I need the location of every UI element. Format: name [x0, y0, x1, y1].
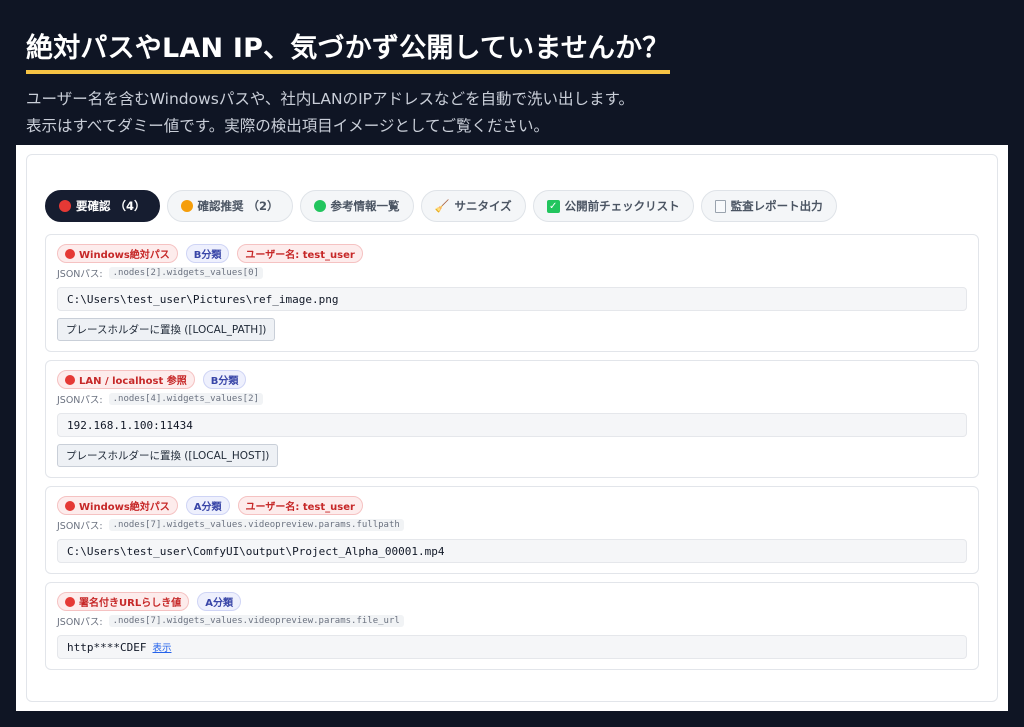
badge-label: 署名付きURLらしき値 — [79, 598, 182, 609]
badge-row: LAN / localhost 参照 B分類 — [57, 370, 967, 389]
json-path-label: JSONパス: — [57, 269, 103, 280]
description-line-1: ユーザー名を含むWindowsパスや、社内LANのIPアドレスなどを自動で洗い出… — [26, 90, 634, 108]
red-dot-icon — [65, 500, 75, 511]
check-icon: ✓ — [546, 199, 560, 213]
badge-label: LAN / localhost 参照 — [79, 376, 187, 387]
json-path-value: .nodes[7].widgets_values.videopreview.pa… — [108, 615, 404, 627]
badge-row: 署名付きURLらしき値 A分類 — [57, 592, 967, 611]
json-path-value: .nodes[7].widgets_values.videopreview.pa… — [108, 519, 404, 531]
red-dot-icon — [65, 596, 75, 607]
page-description: ユーザー名を含むWindowsパスや、社内LANのIPアドレスなどを自動で洗い出… — [26, 86, 998, 140]
finding-item: Windows絶対パス B分類 ユーザー名: test_user JSONパス:… — [45, 234, 979, 352]
json-path-value: .nodes[2].widgets_values[0] — [108, 267, 263, 279]
results-card: 要確認 （4） 確認推奨 （2） 参考情報一覧 🧹 サニタイズ ✓ 公開前チェッ… — [26, 154, 998, 702]
class-badge: A分類 — [197, 592, 241, 611]
detected-value: C:\Users\test_user\Pictures\ref_image.pn… — [57, 287, 967, 311]
broom-icon: 🧹 — [434, 199, 450, 213]
badge-row: Windows絶対パス A分類 ユーザー名: test_user — [57, 496, 967, 515]
detected-value: 192.168.1.100:11434 — [57, 413, 967, 437]
orange-dot-icon — [180, 200, 193, 212]
class-badge: B分類 — [202, 370, 247, 389]
reveal-link[interactable]: 表示 — [152, 640, 171, 654]
results-panel: 要確認 （4） 確認推奨 （2） 参考情報一覧 🧹 サニタイズ ✓ 公開前チェッ… — [16, 145, 1008, 711]
json-path-label: JSONパス: — [57, 395, 103, 406]
username-badge: ユーザー名: test_user — [237, 496, 363, 515]
detected-value-text: http****CDEF — [67, 640, 147, 654]
replace-placeholder-button[interactable]: プレースホルダーに置換 ([LOCAL_PATH]) — [57, 318, 276, 341]
tab-label: 確認推奨 （2） — [197, 199, 279, 213]
detected-value-text: C:\Users\test_user\ComfyUI\output\Projec… — [67, 544, 445, 558]
type-badge: Windows絶対パス — [57, 496, 178, 515]
tab-reference-info[interactable]: 参考情報一覧 — [299, 190, 414, 222]
description-line-2: 表示はすべてダミー値です。実際の検出項目イメージとしてご覧ください。 — [26, 117, 549, 135]
finding-item: LAN / localhost 参照 B分類 JSONパス: .nodes[4]… — [45, 360, 979, 478]
tab-label: 監査レポート出力 — [730, 199, 823, 213]
tab-label: 要確認 （4） — [76, 199, 146, 213]
class-badge: A分類 — [185, 496, 230, 515]
json-path-line: JSONパス: .nodes[7].widgets_values.videopr… — [57, 614, 967, 628]
replace-placeholder-button[interactable]: プレースホルダーに置換 ([LOCAL_HOST]) — [57, 444, 279, 467]
green-dot-icon — [313, 200, 326, 212]
detected-value-text: C:\Users\test_user\Pictures\ref_image.pn… — [67, 292, 339, 306]
red-dot-icon — [65, 248, 75, 259]
json-path-value: .nodes[4].widgets_values[2] — [108, 393, 263, 405]
username-badge: ユーザー名: test_user — [237, 244, 363, 263]
detected-value: C:\Users\test_user\ComfyUI\output\Projec… — [57, 539, 967, 563]
type-badge: Windows絶対パス — [57, 244, 178, 263]
json-path-line: JSONパス: .nodes[7].widgets_values.videopr… — [57, 518, 967, 532]
document-icon — [714, 199, 726, 213]
tab-sanitize[interactable]: 🧹 サニタイズ — [420, 190, 526, 222]
json-path-label: JSONパス: — [57, 521, 103, 532]
tab-needs-review[interactable]: 要確認 （4） — [45, 190, 160, 222]
badge-label: Windows絶対パス — [79, 502, 170, 513]
tab-bar: 要確認 （4） 確認推奨 （2） 参考情報一覧 🧹 サニタイズ ✓ 公開前チェッ… — [45, 190, 979, 222]
type-badge: 署名付きURLらしき値 — [57, 592, 190, 611]
badge-row: Windows絶対パス B分類 ユーザー名: test_user — [57, 244, 967, 263]
class-badge: B分類 — [185, 244, 230, 263]
hero-section: 絶対パスやLAN IP、気づかず公開していませんか？ ユーザー名を含むWindo… — [0, 0, 1024, 140]
finding-item: Windows絶対パス A分類 ユーザー名: test_user JSONパス:… — [45, 486, 979, 574]
type-badge: LAN / localhost 参照 — [57, 370, 195, 389]
tab-label: サニタイズ — [454, 199, 512, 213]
json-path-line: JSONパス: .nodes[4].widgets_values[2] — [57, 392, 967, 406]
finding-item: 署名付きURLらしき値 A分類 JSONパス: .nodes[7].widget… — [45, 582, 979, 670]
tab-label: 参考情報一覧 — [330, 199, 400, 213]
detected-value: http****CDEF 表示 — [57, 635, 967, 659]
tab-label: 公開前チェックリスト — [564, 199, 680, 213]
red-dot-icon — [65, 374, 75, 385]
tab-audit-report[interactable]: 監査レポート出力 — [700, 190, 837, 222]
json-path-line: JSONパス: .nodes[2].widgets_values[0] — [57, 266, 967, 280]
detected-value-text: 192.168.1.100:11434 — [67, 418, 193, 432]
badge-label: Windows絶対パス — [79, 250, 170, 261]
json-path-label: JSONパス: — [57, 617, 103, 628]
page-title: 絶対パスやLAN IP、気づかず公開していませんか？ — [26, 30, 670, 74]
tab-prepublish-checklist[interactable]: ✓ 公開前チェックリスト — [532, 190, 694, 222]
tab-recommended-review[interactable]: 確認推奨 （2） — [166, 190, 293, 222]
red-dot-icon — [59, 200, 71, 212]
